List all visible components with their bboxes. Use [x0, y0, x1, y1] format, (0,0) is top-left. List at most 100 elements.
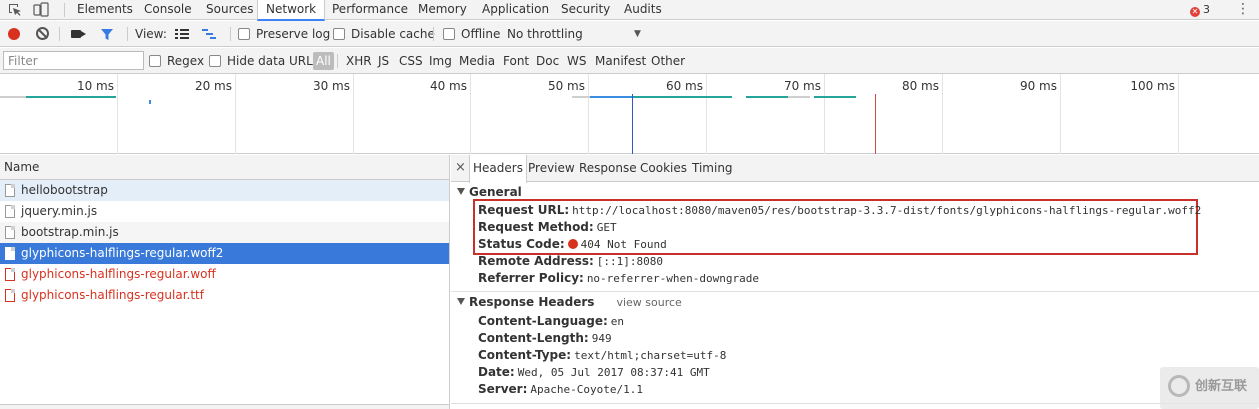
checkbox[interactable] [238, 28, 250, 40]
error-icon: ✕ [1190, 7, 1200, 17]
header-value: 949 [591, 332, 612, 345]
type-filter-all[interactable]: All [313, 52, 334, 70]
waterfall-overview-icon[interactable] [201, 27, 217, 41]
header-key: Content-Language: [478, 314, 608, 328]
error-count: 3 [1203, 3, 1210, 16]
tab-performance[interactable]: Performance [324, 0, 416, 20]
tick-label: 20 ms [194, 79, 232, 93]
checkbox[interactable] [443, 28, 455, 40]
device-toolbar-icon[interactable] [33, 2, 49, 18]
tick-label: 50 ms [547, 79, 585, 93]
hide-data-urls-checkbox[interactable]: Hide data URLs [209, 48, 319, 74]
tab-headers[interactable]: Headers [469, 155, 527, 183]
general-title: General [469, 185, 522, 199]
type-filter-css[interactable]: CSS [398, 52, 424, 70]
header-key: Request Method: [478, 220, 594, 234]
response-header-row: Server: Apache-Coyote/1.1 [478, 381, 643, 398]
more-options-icon[interactable]: ⋮ [1236, 2, 1250, 16]
watermark-text: 创新互联 [1195, 379, 1248, 394]
filter-input[interactable] [3, 51, 144, 70]
type-filter-ws[interactable]: WS [566, 52, 587, 70]
network-toolbar: View: Preserve log Disable cache Offline… [0, 21, 1259, 47]
tab-sources[interactable]: Sources [198, 0, 261, 20]
watermark-icon [1168, 375, 1190, 397]
filter-bar: Regex Hide data URLs All XHR JS CSS Img … [0, 48, 1259, 74]
tab-network[interactable]: Network [257, 0, 326, 21]
checkbox[interactable] [209, 55, 221, 67]
view-source-link[interactable]: view source [616, 296, 681, 309]
throttling-select[interactable]: No throttling ▼ [507, 21, 641, 47]
regex-checkbox[interactable]: Regex [149, 48, 204, 74]
type-filter-js[interactable]: JS [377, 52, 390, 70]
tab-application[interactable]: Application [474, 0, 557, 20]
filter-icon[interactable] [100, 28, 114, 41]
timeline-gridline [470, 74, 471, 154]
tab-cookies[interactable]: Cookies [637, 155, 690, 182]
header-value: en [610, 315, 625, 328]
checkbox[interactable] [149, 55, 161, 67]
load-event-marker [875, 94, 876, 154]
timeline-bar [572, 96, 590, 98]
tab-memory[interactable]: Memory [410, 0, 475, 20]
dropdown-arrow-icon: ▼ [634, 29, 641, 39]
response-header-row: Content-Type: text/html;charset=utf-8 [478, 347, 726, 364]
error-counter[interactable]: ✕ 3 [1190, 2, 1210, 18]
column-header-name[interactable]: Name [0, 155, 449, 180]
tick-label: 80 ms [901, 79, 939, 93]
request-row-woff2[interactable]: glyphicons-halflings-regular.woff2 [0, 243, 449, 264]
response-headers-section-header[interactable]: Response Headers view source [457, 295, 682, 309]
inspect-element-icon[interactable] [7, 2, 23, 18]
tick-label: 30 ms [312, 79, 350, 93]
request-details-pane: × Headers Preview Response Cookies Timin… [451, 155, 1259, 409]
header-value: no-referrer-when-downgrade [586, 272, 759, 285]
type-filter-img[interactable]: Img [428, 52, 453, 70]
disable-cache-checkbox[interactable]: Disable cache [333, 21, 435, 47]
type-filter-other[interactable]: Other [650, 52, 686, 70]
type-filter-manifest[interactable]: Manifest [594, 52, 647, 70]
tick-label: 60 ms [665, 79, 703, 93]
record-icon[interactable] [8, 28, 20, 40]
timeline-bar [632, 96, 732, 98]
document-icon [5, 184, 15, 197]
close-icon[interactable]: × [455, 160, 466, 175]
tab-preview[interactable]: Preview [525, 155, 578, 182]
tab-security[interactable]: Security [553, 0, 618, 20]
tab-timing[interactable]: Timing [689, 155, 736, 182]
tab-console[interactable]: Console [136, 0, 200, 20]
type-filter-doc[interactable]: Doc [535, 52, 560, 70]
tick-label: 40 ms [429, 79, 467, 93]
tick-label: 90 ms [1019, 79, 1057, 93]
offline-checkbox[interactable]: Offline [443, 21, 500, 47]
large-rows-icon[interactable] [174, 27, 190, 41]
network-summary-bar [0, 404, 449, 409]
request-row-ttf[interactable]: glyphicons-halflings-regular.ttf [0, 285, 449, 306]
preserve-log-checkbox[interactable]: Preserve log [238, 21, 330, 47]
header-key: Content-Length: [478, 331, 589, 345]
request-list-pane: Name hellobootstrap jquery.min.js bootst… [0, 155, 450, 409]
response-header-row: Content-Language: en [478, 313, 624, 330]
tab-elements[interactable]: Elements [69, 0, 141, 20]
disable-cache-label: Disable cache [351, 27, 435, 41]
type-filter-media[interactable]: Media [458, 52, 496, 70]
type-filter-xhr[interactable]: XHR [345, 52, 373, 70]
capture-screenshots-icon[interactable] [71, 30, 86, 38]
timeline-bar [0, 96, 26, 98]
section-divider [451, 403, 1259, 404]
timeline-gridline [353, 74, 354, 154]
request-row-bootstrap[interactable]: bootstrap.min.js [0, 222, 449, 243]
tab-response[interactable]: Response [576, 155, 640, 182]
general-section-header[interactable]: General [457, 185, 522, 199]
hide-data-urls-label: Hide data URLs [227, 54, 320, 68]
tab-audits[interactable]: Audits [616, 0, 670, 20]
type-filter-font[interactable]: Font [502, 52, 530, 70]
header-value: [::1]:8080 [596, 255, 664, 268]
clear-icon[interactable] [36, 27, 49, 40]
request-row-jquery[interactable]: jquery.min.js [0, 201, 449, 222]
header-key: Request URL: [478, 203, 570, 217]
request-row-hellobootstrap[interactable]: hellobootstrap [0, 180, 449, 201]
request-row-woff[interactable]: glyphicons-halflings-regular.woff [0, 264, 449, 285]
toolbar-separator [230, 27, 231, 41]
network-overview-timeline[interactable]: 10 ms 20 ms 30 ms 40 ms 50 ms 60 ms 70 m… [0, 74, 1259, 154]
checkbox[interactable] [333, 28, 345, 40]
header-value: text/html;charset=utf-8 [574, 349, 727, 362]
